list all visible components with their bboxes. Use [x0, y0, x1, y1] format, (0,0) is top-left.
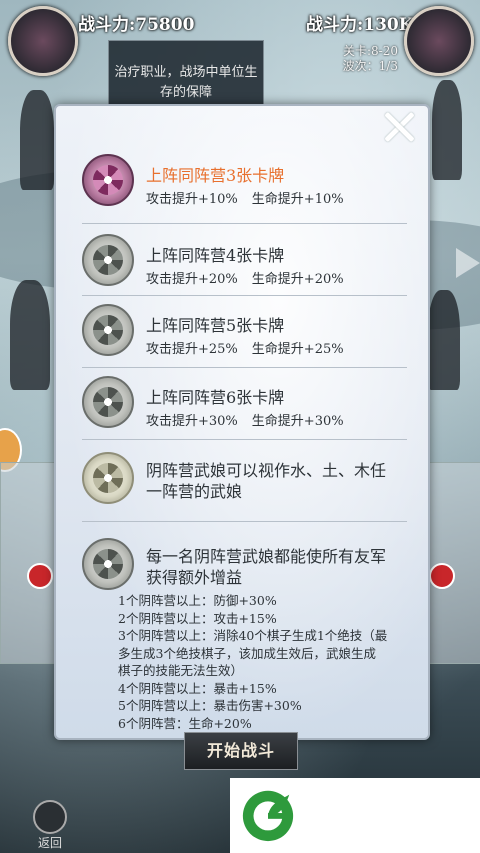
enemy-power: 战斗力:130K: [306, 15, 414, 35]
yin-faction-icon: [82, 234, 134, 286]
faction-bonus-dialog: 上阵同阵营3张卡牌 攻击提升+10% 生命提升+10% 上阵同阵营4张卡牌 攻击提…: [54, 104, 430, 740]
bonus-item: 6个阴阵营：生命+20%: [118, 715, 252, 731]
back-icon: [33, 800, 67, 834]
row-stats: 攻击提升+10% 生命提升+10%: [146, 192, 344, 207]
yin-faction-icon: [82, 452, 134, 504]
enemy-figure: [432, 80, 462, 180]
class-tooltip: 治疗职业，战场中单位生存的保障: [108, 40, 264, 110]
player-power: 战斗力:75800: [78, 15, 195, 35]
yin-faction-icon: [82, 376, 134, 428]
row-stats: 攻击提升+20% 生命提升+20%: [146, 272, 344, 287]
yin-faction-icon: [82, 154, 134, 206]
bonus-item: 2个阴阵营以上：攻击+15%: [118, 610, 277, 626]
close-button[interactable]: [382, 110, 416, 144]
hero-figure: [10, 280, 50, 390]
leaf-logo-icon: [242, 790, 294, 842]
row-stats: 攻击提升+25% 生命提升+25%: [146, 342, 344, 357]
back-button[interactable]: 返回: [24, 800, 76, 850]
wildcard-text: 阴阵营武娘可以视作水、土、木任一阵营的武娘: [146, 461, 387, 501]
stage-label: 关卡:8-20: [342, 44, 398, 58]
team-bonus-row: 每一名阴阵营武娘都能使所有友军获得额外增益 1个阴阵营以上：防御+30% 2个阴…: [82, 538, 407, 731]
card-slot-right[interactable]: [424, 462, 480, 664]
enemy-figure: [428, 290, 460, 390]
hero-figure: [20, 90, 54, 190]
row-title: 上阵同阵营6张卡牌: [146, 388, 285, 407]
bonus-row-5-cards: 上阵同阵营5张卡牌 攻击提升+25% 生命提升+25%: [82, 304, 407, 368]
bonus-row-4-cards: 上阵同阵营4张卡牌 攻击提升+20% 生命提升+20%: [82, 234, 407, 296]
yin-faction-icon: [82, 538, 134, 590]
bonus-row-3-cards: 上阵同阵营3张卡牌 攻击提升+10% 生命提升+10%: [82, 154, 407, 224]
wildcard-row: 阴阵营武娘可以视作水、土、木任一阵营的武娘: [82, 452, 407, 522]
selected-check-icon: [27, 563, 53, 589]
card-slot-left[interactable]: [0, 462, 58, 664]
bonus-list: 1个阴阵营以上：防御+30% 2个阴阵营以上：攻击+15% 3个阴阵营以上：消除…: [118, 592, 388, 732]
yin-faction-icon: [82, 304, 134, 356]
row-stats: 攻击提升+30% 生命提升+30%: [146, 414, 344, 429]
watermark-area: [230, 778, 480, 853]
row-title: 上阵同阵营4张卡牌: [146, 246, 285, 265]
start-battle-button[interactable]: 开始战斗: [184, 732, 298, 770]
bonus-item: 1个阴阵营以上：防御+30%: [118, 593, 277, 608]
selected-check-icon: [429, 563, 455, 589]
bonus-item: 5个阴阵营以上：暴击伤害+30%: [118, 698, 302, 713]
back-label: 返回: [37, 836, 62, 850]
bonus-title: 每一名阴阵营武娘都能使所有友军获得额外增益: [146, 547, 387, 587]
player-faction-emblem: [8, 6, 78, 76]
row-title: 上阵同阵营3张卡牌: [146, 166, 285, 185]
wave-label: 波次：1/3: [342, 59, 398, 73]
bonus-item: 3个阴阵营以上：消除40个棋子生成1个绝技（最多生成3个绝技棋子，该加成生效后，…: [118, 628, 388, 678]
enemy-faction-emblem: [404, 6, 474, 76]
bonus-item: 4个阴阵营以上：暴击+15%: [118, 680, 277, 696]
bonus-row-6-cards: 上阵同阵营6张卡牌 攻击提升+30% 生命提升+30%: [82, 376, 407, 440]
row-title: 上阵同阵营5张卡牌: [146, 316, 285, 335]
stage-info: 关卡:8-20 波次：1/3: [343, 44, 398, 74]
